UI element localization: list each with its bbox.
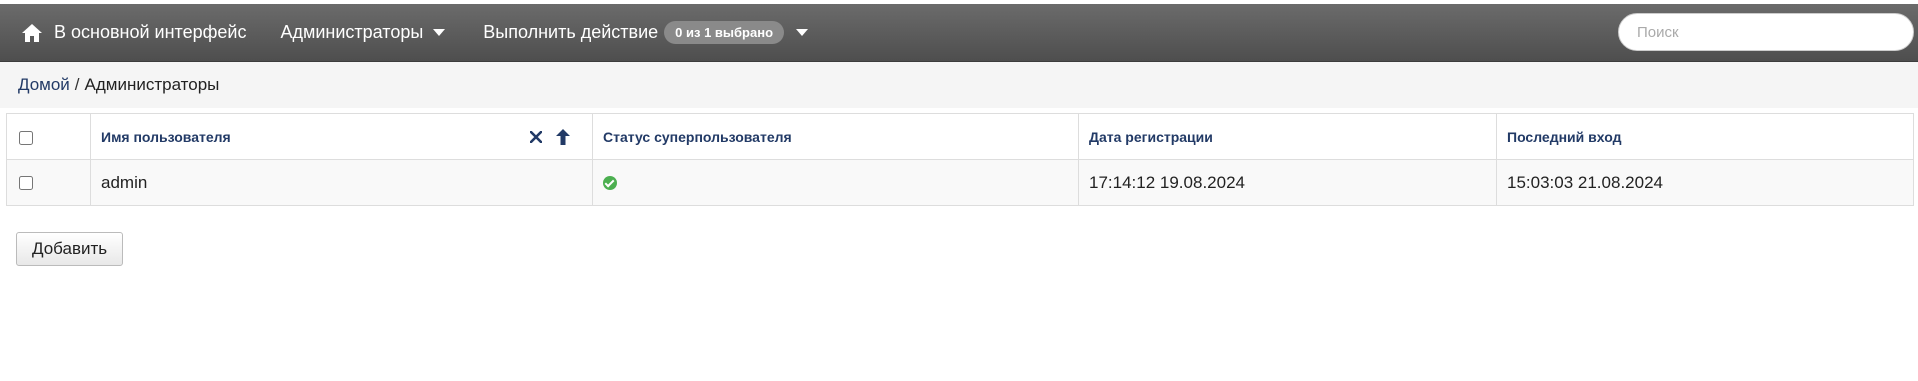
column-header-last-login[interactable]: Последний вход: [1496, 113, 1914, 160]
search-input[interactable]: [1618, 13, 1914, 51]
selection-count-badge: 0 из 1 выбрано: [664, 21, 785, 44]
select-all-checkbox[interactable]: [19, 130, 33, 145]
breadcrumb: Домой / Администраторы: [0, 62, 1918, 108]
row-select-checkbox[interactable]: [19, 176, 33, 191]
cell-last-login: 15:03:03 21.08.2024: [1496, 159, 1914, 206]
home-icon: [22, 23, 42, 42]
action-menu-label: Выполнить действие: [483, 22, 659, 42]
breadcrumb-home-link[interactable]: Домой: [18, 75, 70, 95]
top-navbar: В основной интерфейс Администраторы Выпо…: [0, 4, 1918, 62]
check-circle-icon: [603, 176, 617, 191]
admins-menu[interactable]: Администраторы: [280, 22, 446, 43]
column-header-label: Имя пользователя: [101, 128, 231, 145]
cell-registered: 17:14:12 19.08.2024: [1078, 159, 1497, 206]
table-header-row: Имя пользователя Статус суперпользовател…: [6, 113, 1914, 160]
admins-menu-label: Администраторы: [280, 22, 424, 42]
home-link-label: В основной интерфейс: [54, 22, 247, 42]
cell-username[interactable]: admin: [90, 159, 593, 206]
cell-superuser: [592, 159, 1079, 206]
action-menu[interactable]: Выполнить действие 0 из 1 выбрано: [483, 21, 809, 44]
home-link[interactable]: В основной интерфейс: [22, 22, 246, 43]
column-header-superuser[interactable]: Статус суперпользователя: [592, 113, 1079, 160]
breadcrumb-current: Администраторы: [84, 75, 220, 94]
admins-table: Имя пользователя Статус суперпользовател…: [6, 113, 1914, 206]
table-row[interactable]: admin 17:14:12 19.08.2024 15:03:03 21.08…: [6, 159, 1914, 206]
select-all-cell: [6, 113, 91, 160]
chevron-down-icon: [433, 29, 446, 36]
add-button[interactable]: Добавить: [16, 232, 124, 266]
row-select-cell: [6, 159, 91, 206]
chevron-down-icon: [796, 29, 809, 36]
column-header-username[interactable]: Имя пользователя: [90, 113, 593, 160]
column-header-registered[interactable]: Дата регистрации: [1078, 113, 1497, 160]
breadcrumb-separator: /: [74, 75, 80, 94]
arrow-up-icon[interactable]: [556, 128, 570, 145]
close-icon[interactable]: [530, 130, 542, 143]
